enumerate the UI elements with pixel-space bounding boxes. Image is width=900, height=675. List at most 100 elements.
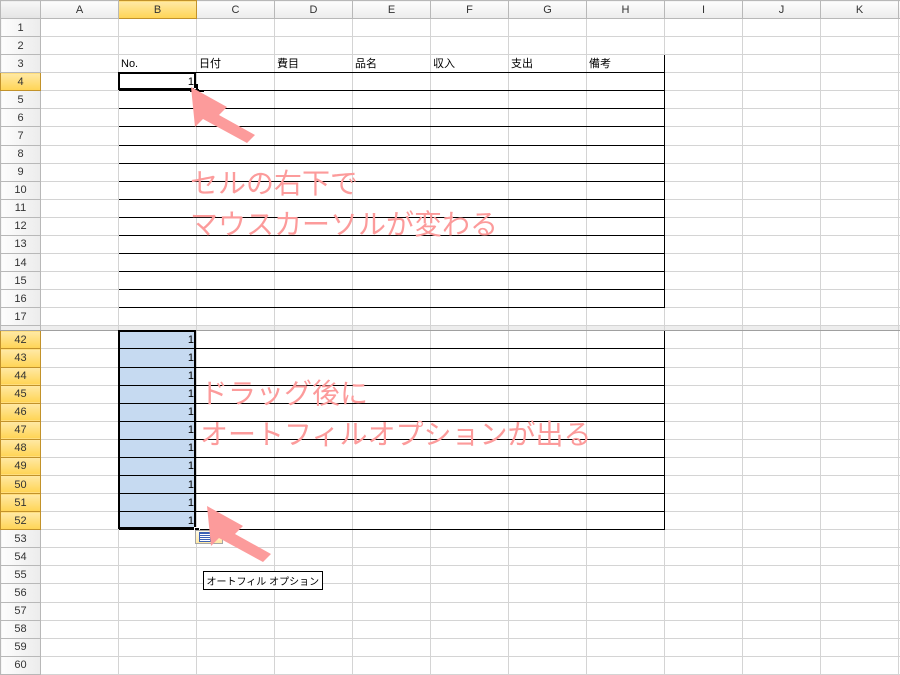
cell-J14[interactable] [743,254,821,272]
cell-H14[interactable] [587,254,665,272]
cell-H48[interactable] [587,439,665,457]
cell-C43[interactable] [197,349,275,367]
row-header-17[interactable]: 17 [1,308,41,326]
cell-A13[interactable] [41,235,119,253]
cell-E58[interactable] [353,620,431,638]
cell-F44[interactable] [431,367,509,385]
cell-I10[interactable] [665,181,743,199]
cell-E13[interactable] [353,235,431,253]
cell-J15[interactable] [743,272,821,290]
cell-F4[interactable] [431,73,509,91]
cell-I56[interactable] [665,584,743,602]
cell-J50[interactable] [743,475,821,493]
row-header-11[interactable]: 11 [1,199,41,217]
cell-A42[interactable] [41,331,119,349]
cell-I5[interactable] [665,91,743,109]
row-header-44[interactable]: 44 [1,367,41,385]
cell-C11[interactable] [197,199,275,217]
cell-D42[interactable] [275,331,353,349]
cell-D48[interactable] [275,439,353,457]
cell-G54[interactable] [509,548,587,566]
column-header-k[interactable]: K [821,1,899,19]
cell-J4[interactable] [743,73,821,91]
cell-K17[interactable] [821,308,899,326]
cell-G6[interactable] [509,109,587,127]
cell-K2[interactable] [821,37,899,55]
cell-J42[interactable] [743,331,821,349]
cell-A43[interactable] [41,349,119,367]
cell-E15[interactable] [353,272,431,290]
row-header-8[interactable]: 8 [1,145,41,163]
cell-C14[interactable] [197,254,275,272]
cell-G44[interactable] [509,367,587,385]
cell-D4[interactable] [275,73,353,91]
cell-I52[interactable] [665,512,743,530]
cell-B6[interactable] [119,109,197,127]
cell-B46[interactable]: 1 [119,403,197,421]
cell-F5[interactable] [431,91,509,109]
column-header-e[interactable]: E [353,1,431,19]
cell-D15[interactable] [275,272,353,290]
cell-K3[interactable] [821,55,899,73]
cell-I49[interactable] [665,457,743,475]
cell-K16[interactable] [821,290,899,308]
cell-K56[interactable] [821,584,899,602]
cell-I4[interactable] [665,73,743,91]
cell-A55[interactable] [41,566,119,584]
cell-B53[interactable] [119,530,197,548]
cell-A52[interactable] [41,512,119,530]
cell-J46[interactable] [743,403,821,421]
cell-H55[interactable] [587,566,665,584]
cell-J11[interactable] [743,199,821,217]
cell-I54[interactable] [665,548,743,566]
row-header-52[interactable]: 52 [1,512,41,530]
cell-C8[interactable] [197,145,275,163]
cell-H12[interactable] [587,217,665,235]
cell-F12[interactable] [431,217,509,235]
cell-G1[interactable] [509,19,587,37]
cell-A3[interactable] [41,55,119,73]
cell-G47[interactable] [509,421,587,439]
cell-D6[interactable] [275,109,353,127]
cell-B13[interactable] [119,235,197,253]
cell-I59[interactable] [665,638,743,656]
cell-E3[interactable]: 品名 [353,55,431,73]
cell-E57[interactable] [353,602,431,620]
cell-A56[interactable] [41,584,119,602]
cell-I57[interactable] [665,602,743,620]
row-header-60[interactable]: 60 [1,656,41,674]
row-header-7[interactable]: 7 [1,127,41,145]
cell-E53[interactable] [353,530,431,548]
cell-D58[interactable] [275,620,353,638]
cell-K48[interactable] [821,439,899,457]
cell-D2[interactable] [275,37,353,55]
cell-A9[interactable] [41,163,119,181]
cell-H5[interactable] [587,91,665,109]
cell-C5[interactable] [197,91,275,109]
cell-G8[interactable] [509,145,587,163]
cell-H46[interactable] [587,403,665,421]
cell-G10[interactable] [509,181,587,199]
cell-E42[interactable] [353,331,431,349]
cell-G59[interactable] [509,638,587,656]
row-header-56[interactable]: 56 [1,584,41,602]
worksheet-grid[interactable]: ABCDEFGHIJKL 123No.日付費目品名収入支出備考415678910… [0,0,900,675]
cell-I60[interactable] [665,656,743,674]
cell-B10[interactable] [119,181,197,199]
cell-E6[interactable] [353,109,431,127]
cell-B17[interactable] [119,308,197,326]
cell-H4[interactable] [587,73,665,91]
cell-B1[interactable] [119,19,197,37]
cell-I16[interactable] [665,290,743,308]
cell-A47[interactable] [41,421,119,439]
cell-K54[interactable] [821,548,899,566]
cell-K15[interactable] [821,272,899,290]
cell-D53[interactable] [275,530,353,548]
cell-D49[interactable] [275,457,353,475]
cell-H8[interactable] [587,145,665,163]
cell-E12[interactable] [353,217,431,235]
cell-A45[interactable] [41,385,119,403]
cell-F53[interactable] [431,530,509,548]
cell-H60[interactable] [587,656,665,674]
cell-K46[interactable] [821,403,899,421]
